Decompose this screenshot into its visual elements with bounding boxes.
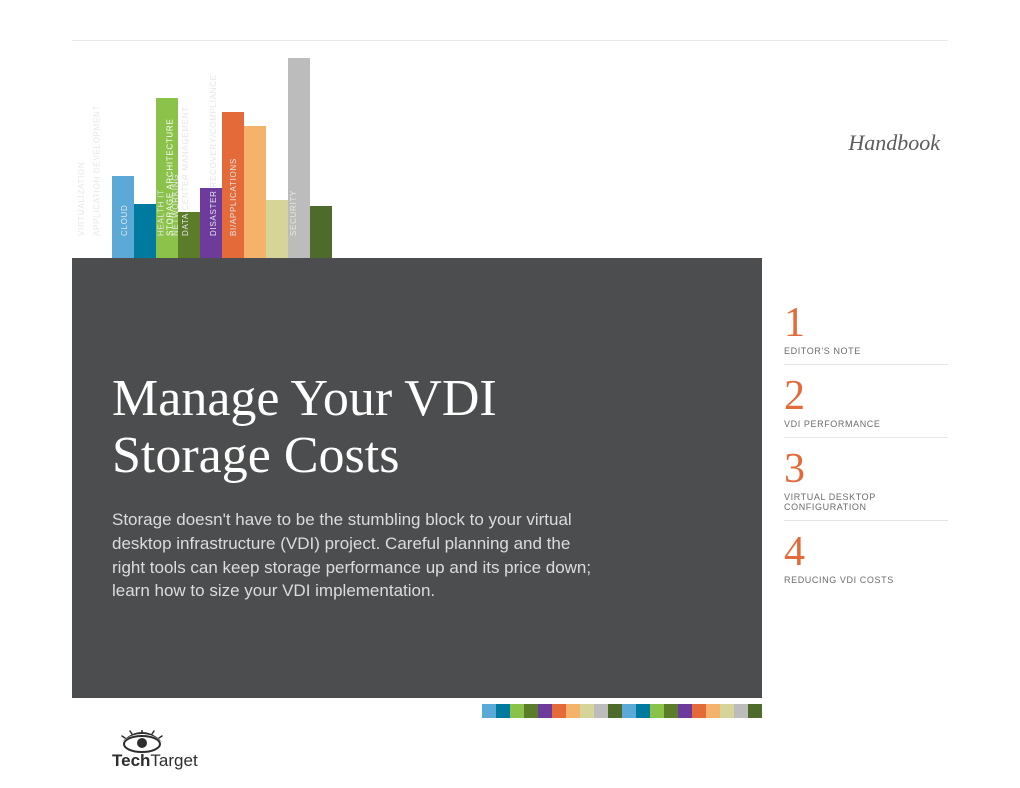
logo-text-light: Target <box>150 751 198 770</box>
toc-number: 4 <box>784 531 948 573</box>
toc-item[interactable]: 2 VDI PERFORMANCE <box>784 375 948 438</box>
toc-label: EDITOR'S NOTE <box>784 346 948 356</box>
bar-label: DISASTER RECOVERY/COMPLIANCE <box>209 74 218 236</box>
toc-label: VIRTUAL DESKTOP CONFIGURATION <box>784 492 948 512</box>
accent-block <box>692 704 706 718</box>
page-title: Manage Your VDI Storage Costs <box>112 370 497 484</box>
svg-text:TechTarget: TechTarget <box>112 751 198 770</box>
accent-block <box>622 704 636 718</box>
title-line-1: Manage Your VDI <box>112 370 497 427</box>
toc-item[interactable]: 4 REDUCING VDI COSTS <box>784 531 948 593</box>
accent-block <box>706 704 720 718</box>
bar-block <box>244 126 266 258</box>
accent-color-strip <box>72 704 762 718</box>
accent-block <box>552 704 566 718</box>
toc-number: 2 <box>784 375 948 417</box>
accent-block <box>566 704 580 718</box>
bar-block <box>310 206 332 258</box>
accent-block <box>664 704 678 718</box>
page-subtitle: Storage doesn't have to be the stumbling… <box>112 508 602 603</box>
bar-block <box>266 200 288 258</box>
bar-block <box>134 204 156 258</box>
toc-item[interactable]: 1 EDITOR'S NOTE <box>784 302 948 365</box>
toc-number: 1 <box>784 302 948 344</box>
bar-label: VIRTUALIZATION <box>77 162 86 236</box>
accent-block <box>748 704 762 718</box>
accent-block <box>636 704 650 718</box>
accent-block <box>608 704 622 718</box>
sheet: Handbook VIRTUALIZATIONCLOUDAPPLICATION … <box>72 40 948 740</box>
bar-label: SECURITY <box>289 190 298 236</box>
toc-label: VDI PERFORMANCE <box>784 419 948 429</box>
page: Handbook VIRTUALIZATIONCLOUDAPPLICATION … <box>0 0 1020 788</box>
bar-label: CLOUD <box>120 204 129 236</box>
category-bars: VIRTUALIZATIONCLOUDAPPLICATION DEVELOPME… <box>112 48 332 258</box>
toc-number: 3 <box>784 448 948 490</box>
accent-block <box>720 704 734 718</box>
accent-block <box>482 704 496 718</box>
eye-icon <box>120 730 164 752</box>
techtarget-logo: TechTarget <box>112 730 230 770</box>
bar-label: BI/APPLICATIONS <box>229 158 238 236</box>
category-bar: BI/APPLICATIONS <box>266 200 288 258</box>
toc-item[interactable]: 3VIRTUAL DESKTOP CONFIGURATION <box>784 448 948 521</box>
accent-block <box>524 704 538 718</box>
handbook-label: Handbook <box>848 130 940 156</box>
accent-block <box>538 704 552 718</box>
toc-label: REDUCING VDI COSTS <box>784 575 948 585</box>
bar-label: STORAGE ARCHITECTURE <box>165 119 174 236</box>
hero-panel: Manage Your VDI Storage Costs Storage do… <box>72 258 762 698</box>
category-bar: SECURITY <box>310 206 332 258</box>
accent-block <box>496 704 510 718</box>
table-of-contents: 1 EDITOR'S NOTE 2 VDI PERFORMANCE 3VIRTUAL D… <box>784 302 948 603</box>
title-line-2: Storage Costs <box>112 427 399 484</box>
accent-block <box>580 704 594 718</box>
accent-block <box>678 704 692 718</box>
top-rule <box>72 40 948 41</box>
accent-block <box>734 704 748 718</box>
category-bar: CLOUD <box>134 204 156 258</box>
accent-block <box>594 704 608 718</box>
logo-text-bold: Tech <box>112 751 150 770</box>
bar-label: DATA CENTER MANAGEMENT <box>181 106 190 236</box>
category-bar: DATA CENTER MANAGEMENT <box>244 126 266 258</box>
accent-block <box>650 704 664 718</box>
bar-label: APPLICATION DEVELOPMENT <box>92 105 101 236</box>
accent-block <box>510 704 524 718</box>
